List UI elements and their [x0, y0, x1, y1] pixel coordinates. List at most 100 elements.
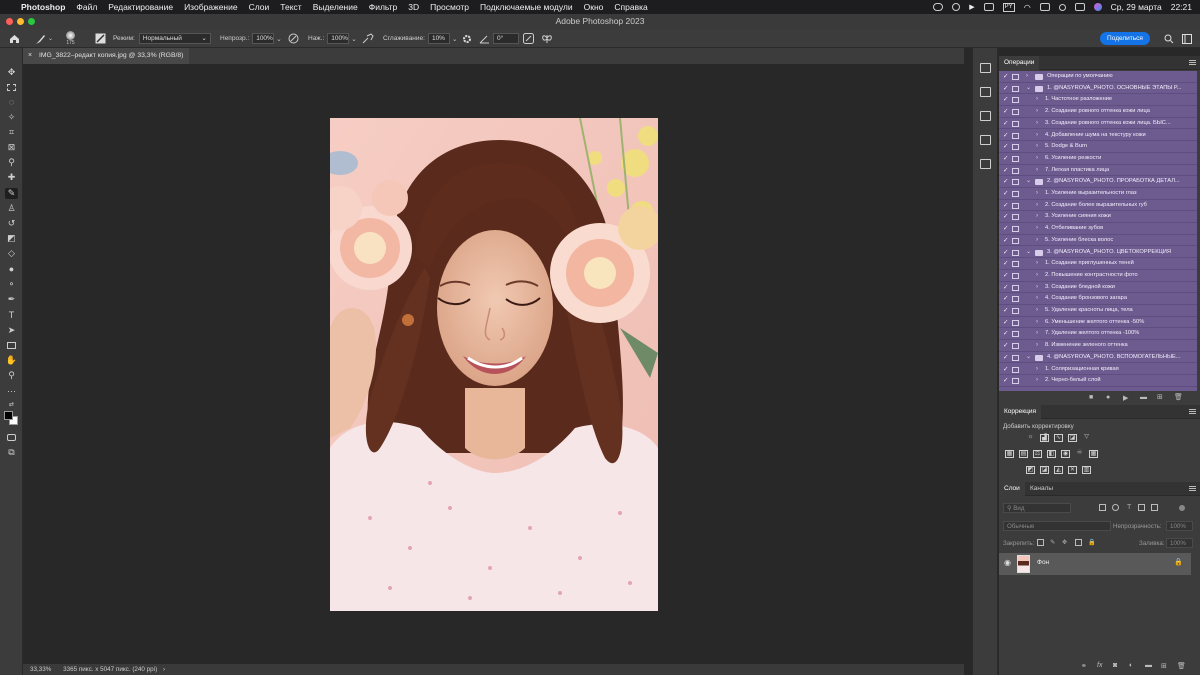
dialog-toggle-icon[interactable] — [1012, 144, 1019, 151]
swatches-icon[interactable] — [980, 111, 991, 121]
rectangle-tool-icon[interactable] — [5, 340, 18, 351]
chevron-right-icon[interactable]: › — [1036, 375, 1038, 387]
toggle-check-icon[interactable]: ✓ — [1003, 317, 1008, 329]
chevron-right-icon[interactable]: › — [1036, 364, 1038, 376]
chevron-right-icon[interactable]: › — [1036, 270, 1038, 282]
play-icon[interactable]: ▶ — [1123, 394, 1128, 402]
menu-3d[interactable]: 3D — [408, 2, 419, 12]
dialog-toggle-icon[interactable] — [1012, 354, 1019, 361]
chevron-right-icon[interactable]: › — [1036, 141, 1038, 153]
toggle-check-icon[interactable]: ✓ — [1003, 83, 1008, 95]
opacity-input[interactable]: 100% — [252, 33, 275, 44]
dialog-toggle-icon[interactable] — [1012, 249, 1019, 256]
gradient-fill-icon[interactable]: ▥ — [1082, 466, 1091, 474]
control-center-icon[interactable] — [1039, 3, 1050, 11]
flow-input[interactable]: 100% — [327, 33, 350, 44]
chevron-right-icon[interactable]: › — [1036, 223, 1038, 235]
toggle-check-icon[interactable]: ✓ — [1003, 340, 1008, 352]
eraser-tool-icon[interactable]: ◩ — [5, 233, 18, 244]
chevron-down-icon[interactable]: ⌄ — [1026, 247, 1031, 259]
lock-transparent-icon[interactable] — [1037, 539, 1044, 546]
battery-icon[interactable] — [1074, 3, 1085, 11]
action-row[interactable]: ✓ › 1. Соляризационная кривая — [999, 364, 1197, 376]
lock-icon[interactable]: 🔒 — [1174, 558, 1183, 566]
action-row[interactable]: ✓ › 1. Усиление выразительности глаз — [999, 188, 1197, 200]
close-tab-icon[interactable]: × — [28, 48, 32, 64]
action-row[interactable]: ✓ › 5. Усиление блеска волос — [999, 235, 1197, 247]
mode-select[interactable]: Нормальный ⌄ — [138, 33, 211, 44]
menu-plugins[interactable]: Подключаемые модули — [480, 2, 573, 12]
search-icon[interactable] — [1058, 3, 1066, 11]
action-set-row[interactable]: ✓ ⌄ 4. @NASYROVA_PHOTO. ВСПОМОГАТЕЛЬНЫЕ... — [999, 352, 1197, 364]
chevron-right-icon[interactable]: › — [1036, 106, 1038, 118]
chevron-down-icon[interactable]: ⌄ — [452, 35, 457, 43]
action-row[interactable]: ✓ › 1. Создание приглушенных теней — [999, 258, 1197, 270]
toggle-check-icon[interactable]: ✓ — [1003, 130, 1008, 142]
toggle-check-icon[interactable]: ✓ — [1003, 223, 1008, 235]
document-info[interactable]: 3365 пикс. x 5047 пикс. (240 ppi) — [63, 666, 157, 673]
path-selection-tool-icon[interactable]: ➤ — [5, 325, 18, 336]
airbrush-toggle[interactable] — [362, 29, 374, 48]
magic-wand-tool-icon[interactable]: ✧ — [5, 112, 18, 123]
chevron-right-icon[interactable]: › — [1036, 305, 1038, 317]
tab-adjustments[interactable]: Коррекция — [999, 405, 1041, 419]
action-row[interactable]: ✓ › 6. Уменьшение желтого оттенка -50% — [999, 317, 1197, 329]
gradient-map-icon[interactable]: ▽ — [1082, 434, 1091, 442]
home-button[interactable] — [9, 29, 20, 48]
frame-tool-icon[interactable]: ⊠ — [5, 142, 18, 153]
menu-app-photoshop[interactable]: Photoshop — [21, 2, 65, 12]
action-set-row[interactable]: ✓ ⌄ 1. @NASYROVA_PHOTO. ОСНОВНЫЕ ЭТАПЫ Р..… — [999, 83, 1197, 95]
filter-adjustment-icon[interactable] — [1112, 504, 1119, 511]
filter-type-icon[interactable]: T — [1127, 504, 1131, 511]
chevron-right-icon[interactable]: › — [1036, 340, 1038, 352]
toggle-check-icon[interactable]: ✓ — [1003, 141, 1008, 153]
toggle-check-icon[interactable]: ✓ — [1003, 188, 1008, 200]
action-row[interactable]: ✓ › 3. Усиление сияния кожи — [999, 211, 1197, 224]
paint-bucket-tool-icon[interactable]: ◇ — [5, 248, 18, 259]
dialog-toggle-icon[interactable] — [1012, 214, 1019, 221]
selective-color-icon[interactable]: ✕ — [1068, 466, 1077, 474]
properties-icon[interactable] — [980, 87, 991, 97]
photo-filter-icon[interactable]: ◉ — [1061, 450, 1070, 458]
menu-select[interactable]: Выделение — [313, 2, 358, 12]
close-window-button[interactable] — [6, 18, 13, 25]
action-row[interactable]: ✓ › 5. Удаление красноты лица, тела — [999, 305, 1197, 317]
chevron-right-icon[interactable]: › — [1036, 211, 1038, 223]
tab-channels[interactable]: Каналы — [1025, 482, 1058, 496]
dialog-toggle-icon[interactable] — [1012, 343, 1019, 350]
chevron-right-icon[interactable]: › — [1036, 153, 1038, 165]
eyedropper-tool-icon[interactable]: ⚲ — [5, 157, 18, 168]
marquee-tool-icon[interactable] — [5, 82, 18, 93]
toggle-check-icon[interactable]: ✓ — [1003, 235, 1008, 247]
pen-tool-icon[interactable]: ✒ — [5, 294, 18, 305]
zoom-tool-icon[interactable]: ⚲ — [5, 370, 18, 381]
brush-settings-button[interactable] — [95, 29, 106, 48]
toggle-check-icon[interactable]: ✓ — [1003, 352, 1008, 364]
color-lookup-icon[interactable]: ▦ — [1089, 450, 1098, 458]
menu-view[interactable]: Просмотр — [430, 2, 469, 12]
toggle-check-icon[interactable]: ✓ — [1003, 200, 1008, 212]
chevron-down-icon[interactable]: ⌄ — [1026, 83, 1031, 95]
zoom-level[interactable]: 33,33% — [30, 666, 51, 673]
blur-tool-icon[interactable]: ● — [5, 264, 18, 275]
quick-mask-icon[interactable] — [5, 432, 18, 443]
toggle-check-icon[interactable]: ✓ — [1003, 305, 1008, 317]
brush-preset-picker[interactable]: 175 — [66, 29, 75, 48]
dialog-toggle-icon[interactable] — [1012, 202, 1019, 209]
lasso-tool-icon[interactable]: ◌ — [5, 97, 18, 108]
layer-filter-select[interactable]: ⚲ Вид — [1003, 503, 1071, 513]
brush-tool-icon[interactable]: ✎ — [5, 188, 18, 199]
workspace-button[interactable] — [1182, 29, 1192, 48]
black-white-icon[interactable]: ◧ — [1047, 450, 1056, 458]
exposure-icon[interactable]: ◪ — [1068, 434, 1077, 442]
dialog-toggle-icon[interactable] — [1012, 179, 1019, 186]
pressure-size-toggle[interactable] — [523, 29, 534, 48]
play-icon[interactable]: ▶ — [969, 3, 974, 11]
brightness-icon[interactable]: ☼ — [1026, 434, 1035, 442]
tab-actions[interactable]: Операции — [999, 56, 1040, 70]
action-row[interactable]: ✓ › 2. Повышение контрастности фото — [999, 270, 1197, 282]
toggle-check-icon[interactable]: ✓ — [1003, 106, 1008, 118]
toggle-check-icon[interactable]: ✓ — [1003, 258, 1008, 270]
dialog-toggle-icon[interactable] — [1012, 308, 1019, 314]
zoom-window-button[interactable] — [28, 18, 35, 25]
